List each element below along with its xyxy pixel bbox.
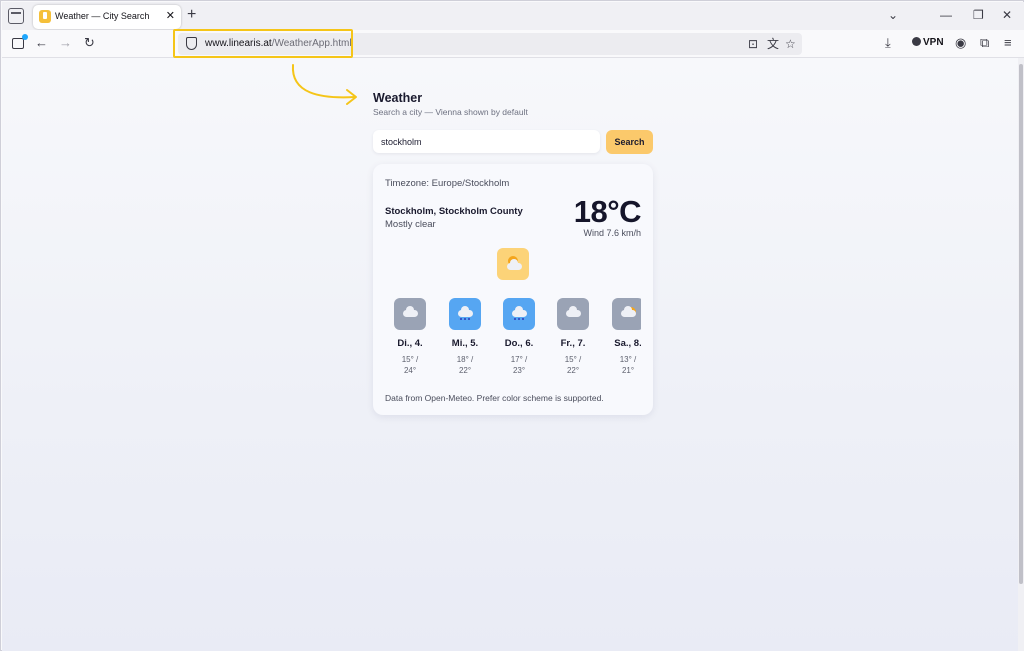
city-name: Stockholm, Stockholm County — [385, 206, 523, 217]
download-icon[interactable]: ⤓ — [885, 35, 891, 51]
extensions-icon[interactable]: ⧉ — [980, 35, 989, 51]
forecast-temp-high: 21° — [621, 366, 635, 375]
tab-title: Weather — City Search — [55, 11, 150, 21]
restore-icon[interactable]: ❐ — [973, 7, 984, 23]
tab-overflow-chevron-icon[interactable]: ⌄ — [888, 7, 898, 23]
forward-icon[interactable]: → — [59, 35, 72, 51]
minimize-icon[interactable]: — — [940, 7, 952, 23]
forecast-day-name: Mi., 5. — [451, 338, 479, 349]
forecast-temp-low: 18° / — [456, 355, 474, 364]
forecast-temp-range: 17° / 23° — [494, 354, 544, 376]
back-icon[interactable]: ← — [35, 35, 48, 51]
vpn-label: VPN — [923, 37, 944, 48]
forecast-list: Di., 4. 15° / 24° Mi., 5. 18° / 22° Do., 6… — [385, 298, 641, 378]
translate-icon[interactable]: 文 — [767, 36, 779, 52]
reader-view-icon[interactable]: ⊡ — [748, 36, 758, 52]
weather-condition: Mostly clear — [385, 219, 436, 230]
forecast-day-name: Sa., 8. — [614, 338, 641, 349]
menu-icon[interactable]: ≡ — [1004, 35, 1012, 51]
forecast-temp-low: 17° / — [510, 355, 528, 364]
forecast-day: Fr., 7. 15° / 22° — [548, 298, 598, 376]
forecast-temp-high: 23° — [512, 366, 526, 375]
forecast-temp-range: 15° / 24° — [385, 354, 435, 376]
close-window-icon[interactable]: ✕ — [1002, 7, 1012, 23]
partly-sunny-icon — [497, 248, 529, 280]
forecast-temp-range: 13° / 21° — [603, 354, 641, 376]
forecast-day: Di., 4. 15° / 24° — [385, 298, 435, 376]
forecast-temp-range: 15° / 22° — [548, 354, 598, 376]
forecast-temp-low: 13° / — [619, 355, 637, 364]
weather-card: Timezone: Europe/Stockholm Stockholm, St… — [373, 164, 653, 415]
forecast-day: Mi., 5. 18° / 22° — [440, 298, 490, 376]
navigation-bar: ← → ↻ www.linearis.at/WeatherApp.html ⊡ … — [2, 30, 1024, 58]
tab-strip: Weather — City Search ✕ + ⌄ — ❐ ✕ — [2, 2, 1024, 30]
browser-window: Weather — City Search ✕ + ⌄ — ❐ ✕ ← → ↻ … — [0, 0, 1024, 651]
app-title: Weather — [373, 91, 423, 105]
forecast-day: Sa., 8. 13° / 21° — [603, 298, 641, 376]
cloud-icon — [507, 259, 522, 270]
url-highlight-annotation — [173, 29, 353, 58]
scrollbar-thumb[interactable] — [1019, 64, 1023, 584]
forecast-day: Do., 6. 17° / 23° — [494, 298, 544, 376]
forecast-temp-high: 24° — [403, 366, 417, 375]
app-subtitle: Search a city — Vienna shown by default — [373, 107, 528, 117]
new-tab-icon[interactable]: + — [187, 6, 196, 24]
partly-cloudy-icon — [612, 298, 641, 330]
cloud-icon — [394, 298, 426, 330]
tab-weather[interactable]: Weather — City Search ✕ — [33, 5, 181, 29]
wind-speed: Wind 7.6 km/h — [583, 228, 641, 238]
forecast-temp-low: 15° / — [401, 355, 419, 364]
reload-icon[interactable]: ↻ — [84, 35, 95, 51]
account-icon[interactable]: ◉ — [955, 35, 966, 51]
forecast-temp-high: 22° — [458, 366, 472, 375]
rain-icon — [503, 298, 535, 330]
data-source-note: Data from Open-Meteo. Prefer color schem… — [385, 393, 604, 403]
sidebar-icon[interactable] — [12, 34, 28, 49]
scrollbar[interactable] — [1018, 58, 1024, 651]
forecast-day-name: Di., 4. — [397, 338, 423, 349]
forecast-day-name: Fr., 7. — [560, 338, 586, 349]
rain-icon — [449, 298, 481, 330]
vpn-button[interactable]: VPN — [912, 37, 944, 48]
current-temperature: 18°C — [573, 194, 642, 229]
forecast-temp-low: 15° / — [564, 355, 582, 364]
close-tab-icon[interactable]: ✕ — [166, 9, 175, 23]
forecast-temp-high: 22° — [566, 366, 580, 375]
annotation-arrow-icon — [291, 64, 357, 105]
cloud-icon — [557, 298, 589, 330]
vpn-icon — [912, 37, 921, 46]
favicon-icon — [39, 10, 51, 23]
search-button[interactable]: Search — [606, 130, 653, 154]
timezone-label: Timezone: Europe/Stockholm — [385, 178, 510, 189]
forecast-day-name: Do., 6. — [504, 338, 534, 349]
city-search-input[interactable] — [373, 130, 600, 153]
forecast-temp-range: 18° / 22° — [440, 354, 490, 376]
bookmark-star-icon[interactable]: ☆ — [785, 36, 796, 52]
tab-list-icon[interactable] — [8, 8, 24, 24]
